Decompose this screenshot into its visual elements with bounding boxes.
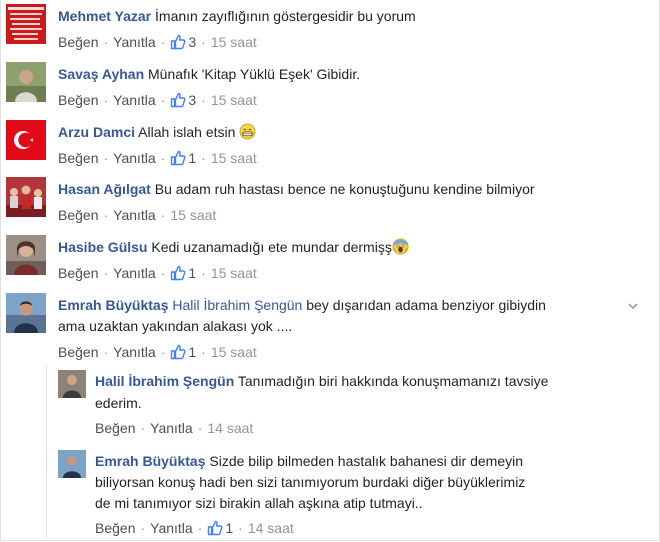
timestamp[interactable]: 15 saat [211, 344, 257, 360]
reply-button[interactable]: Yanıtla [150, 420, 193, 436]
thumbs-up-icon [171, 150, 186, 166]
replier-name[interactable]: Halil İbrahim Şengün [95, 373, 234, 389]
timestamp[interactable]: 15 saat [211, 34, 257, 50]
person-photo-avatar[interactable] [6, 293, 46, 333]
thumbs-up-icon [208, 520, 223, 536]
timestamp[interactable]: 15 saat [211, 92, 257, 108]
scream-emoji-icon [392, 238, 409, 255]
like-count[interactable]: 3 [170, 34, 196, 50]
like-button[interactable]: Beğen [58, 207, 98, 223]
reply-button[interactable]: Yanıtla [113, 265, 156, 281]
timestamp[interactable]: 14 saat [207, 420, 253, 436]
person-photo-avatar[interactable] [6, 235, 46, 275]
thumbs-up-icon [171, 344, 186, 360]
like-count[interactable]: 1 [170, 344, 196, 360]
commenter-name[interactable]: Emrah Büyüktaş [58, 297, 168, 313]
commenter-name[interactable]: Arzu Damci [58, 124, 135, 140]
like-button[interactable]: Beğen [58, 265, 98, 281]
reply-text-line3: de mi tanımıyor sizi birakin allah aşkın… [95, 495, 423, 511]
thumbs-up-icon [171, 265, 186, 281]
comment-text-line2: ama uzaktan yakından alakası yok .... [58, 318, 293, 334]
reply-text: Tanımadığın biri hakkında konuşmamanızı … [237, 373, 549, 389]
person-photo-avatar[interactable] [6, 62, 46, 102]
like-count[interactable]: 1 [207, 520, 233, 536]
reply-button[interactable]: Yanıtla [113, 150, 156, 166]
timestamp[interactable]: 15 saat [211, 150, 257, 166]
like-count[interactable]: 1 [170, 150, 196, 166]
like-count[interactable]: 3 [170, 92, 196, 108]
turkish-flag-avatar[interactable] [6, 120, 46, 160]
commenter-name[interactable]: Savaş Ayhan [58, 66, 144, 82]
reply-button[interactable]: Yanıtla [113, 207, 156, 223]
timestamp[interactable]: 14 saat [248, 520, 294, 536]
grimace-emoji-icon [239, 123, 256, 140]
reply-button[interactable]: Yanıtla [150, 520, 193, 536]
reply-text-line2: biliyorsan konuş hadi ben sizi tanımıyor… [95, 474, 526, 490]
reply-button[interactable]: Yanıtla [113, 34, 156, 50]
person-photo-avatar[interactable] [58, 370, 86, 398]
comment-text: Münafık 'Kitap Yüklü Eşek' Gibidir. [148, 66, 361, 82]
like-button[interactable]: Beğen [95, 420, 135, 436]
crowd-photo-avatar[interactable] [6, 177, 46, 217]
person-photo-avatar[interactable] [58, 450, 86, 478]
comment-text: Kedi uzanamadığı ete mundar dermişş [151, 239, 392, 255]
timestamp[interactable]: 15 saat [211, 265, 257, 281]
like-button[interactable]: Beğen [58, 92, 98, 108]
like-button[interactable]: Beğen [58, 150, 98, 166]
like-button[interactable]: Beğen [58, 34, 98, 50]
commenter-name[interactable]: Mehmet Yazar [58, 8, 151, 24]
like-button[interactable]: Beğen [95, 520, 135, 536]
mention-link[interactable]: Halil İbrahim Şengün [172, 297, 302, 313]
commenter-name[interactable]: Hasibe Gülsu [58, 239, 147, 255]
comment-text: İmanın zayıflığının göstergesidir bu yor… [155, 8, 416, 24]
reply-button[interactable]: Yanıtla [113, 92, 156, 108]
red-poster-avatar[interactable] [6, 4, 46, 44]
thumbs-up-icon [171, 34, 186, 50]
comment-text: bey dışarıdan adama benziyor gibiydin [302, 297, 546, 313]
like-count[interactable]: 1 [170, 265, 196, 281]
commenter-name[interactable]: Hasan Ağılgat [58, 181, 151, 197]
comment-text: Bu adam ruh hastası bence ne konuştuğunu… [154, 181, 535, 197]
reply-thread-line [46, 366, 47, 538]
thumbs-up-icon [171, 92, 186, 108]
reply-text-line2: ederim. [95, 395, 142, 411]
chevron-down-icon[interactable] [628, 303, 638, 309]
comment-text: Allah islah etsin [138, 124, 236, 140]
replier-name[interactable]: Emrah Büyüktaş [95, 453, 205, 469]
timestamp[interactable]: 15 saat [170, 207, 216, 223]
reply-button[interactable]: Yanıtla [113, 344, 156, 360]
reply-text: Sizde bilip bilmeden hastalık bahanesi d… [209, 453, 524, 469]
like-button[interactable]: Beğen [58, 344, 98, 360]
